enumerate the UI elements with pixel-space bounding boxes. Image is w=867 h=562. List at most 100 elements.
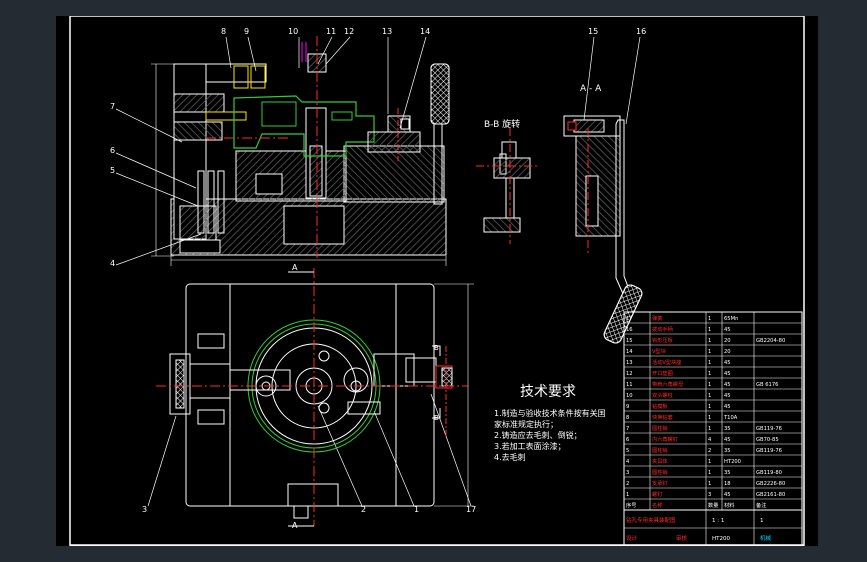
leader-4: 4 [110, 259, 115, 268]
leader-10: 10 [288, 27, 298, 36]
bom-cell-name: 双头螺柱 [652, 391, 673, 399]
bom-cell-name: 快换钻套 [652, 413, 674, 421]
title-block-drawing-name: 钻孔专用夹具装配图 [626, 516, 676, 524]
bom-cell-no: 5 [626, 448, 629, 454]
bom-cell-name: 带肩六角螺母 [652, 380, 683, 388]
bom-cell-qty: 1 [708, 481, 711, 487]
section-aa-label: A - A [580, 84, 602, 94]
bom-cell-name: 圆柱销 [652, 468, 668, 476]
bom-cell-no: 2 [626, 481, 629, 487]
cut-a-bottom-label: A [292, 521, 298, 530]
bom-cell-qty: 1 [708, 404, 711, 410]
bom-cell-mat: 35 [724, 426, 731, 432]
leader-3: 3 [142, 505, 147, 514]
bom-cell-no: 13 [626, 360, 633, 366]
cad-window: 7 6 5 4 8 9 10 11 12 13 14 15 16 3 2 1 1… [0, 0, 867, 562]
bom-cell-name: 螺钉 [652, 490, 662, 498]
bom-cell-name: 活动V型块座 [652, 358, 682, 366]
bom-cell-no: 序号 [626, 501, 636, 509]
leader-9: 9 [244, 27, 249, 36]
bom-cell-std: GB 6176 [756, 382, 778, 388]
bom-cell-mat: 45 [724, 404, 731, 410]
bom-cell-no: 8 [626, 415, 629, 421]
bom-cell-qty: 1 [708, 371, 711, 377]
bom-cell-no: 11 [626, 382, 633, 388]
bom-cell-mat: 45 [724, 437, 731, 443]
bom-cell-name: 支承钉 [652, 479, 668, 487]
front-view [151, 36, 450, 266]
bom-cell-name: 名称 [652, 501, 662, 509]
bom-cell-mat: 20 [724, 349, 731, 355]
bom-cell-no: 1 [626, 492, 629, 498]
title-block-sheet-count: 1 [760, 518, 764, 524]
drawing-viewport[interactable]: 7 6 5 4 8 9 10 11 12 13 14 15 16 3 2 1 1… [56, 15, 818, 547]
section-bb-label: B-B 旋转 [484, 118, 520, 130]
bom-cell-mat: 20 [724, 338, 731, 344]
cut-a-top-label: A [292, 263, 298, 272]
bom-cell-std: 备注 [756, 501, 766, 509]
bom-cell-mat: 18 [724, 481, 731, 487]
bom-cell-qty: 1 [708, 338, 711, 344]
bom-cell-qty: 1 [708, 393, 711, 399]
bom-cell-qty: 1 [708, 415, 711, 421]
leader-11: 11 [326, 27, 336, 36]
bom-cell-name: 夹具体 [652, 457, 668, 465]
leader-17: 17 [466, 505, 476, 514]
bom-cell-qty: 4 [708, 437, 712, 443]
bom-cell-std: GB119-76 [756, 426, 782, 432]
bom-cell-qty: 1 [708, 426, 711, 432]
bom-cell-name: 圆柱销 [652, 424, 668, 432]
title-block-checker: 审核 [676, 534, 688, 542]
top-view [156, 268, 474, 527]
bom-cell-mat: 45 [724, 382, 731, 388]
bom-cell-qty: 2 [708, 448, 711, 454]
leader-6: 6 [110, 146, 115, 155]
bom-cell-mat: 45 [724, 327, 731, 333]
leader-14: 14 [420, 27, 430, 36]
tech-line-3: 2.铸造应去毛刺、倒锐； [494, 430, 582, 440]
bom-cell-name: 圆柱销 [652, 446, 668, 454]
bom-cell-qty: 数量 [708, 501, 718, 509]
bom-cell-mat: T10A [723, 415, 738, 421]
bom-cell-name: 钩形压板 [652, 336, 674, 344]
leader-12: 12 [344, 27, 354, 36]
cut-b-top-label: B [434, 344, 439, 352]
tech-line-1: 1.制造与验收技术条件按有关国 [494, 408, 606, 418]
bom-cell-mat: 45 [724, 371, 731, 377]
section-aa-view [563, 115, 643, 344]
bom-cell-mat: 65Mn [724, 316, 738, 322]
bom-cell-qty: 1 [708, 470, 711, 476]
bom-cell-std: GB2161-80 [756, 492, 785, 498]
tech-line-5: 4.去毛刺 [494, 452, 526, 462]
bom-cell-name: 开口垫圈 [652, 369, 673, 377]
bom-cell-no: 10 [626, 393, 633, 399]
bom-cell-no: 12 [626, 371, 633, 377]
tech-line-4: 3.若加工表面涂漆； [494, 441, 566, 451]
bom-cell-qty: 1 [708, 349, 711, 355]
bom-table: 17 弹簧 1 65Mn16 拨动手柄 1 4515 钩形压板 1 20 GB2204-8014 V型… [623, 311, 803, 547]
tech-line-2: 家标准规定执行； [494, 419, 558, 429]
bom-cell-name: 弹簧 [652, 314, 662, 322]
leader-7: 7 [110, 102, 115, 111]
assembly-drawing: 7 6 5 4 8 9 10 11 12 13 14 15 16 3 2 1 1… [69, 15, 805, 547]
bom-cell-no: 17 [626, 316, 633, 322]
bom-cell-mat: 45 [724, 492, 731, 498]
bom-cell-qty: 1 [708, 382, 711, 388]
bom-cell-qty: 1 [708, 316, 711, 322]
tech-title: 技术要求 [520, 384, 576, 400]
title-block-designer: 设计 [626, 534, 638, 542]
bom-cell-name: V型块 [652, 347, 667, 355]
bom-cell-mat: HT200 [724, 459, 741, 465]
bom-cell-std: GB2226-80 [756, 481, 785, 487]
bom-cell-qty: 1 [708, 459, 711, 465]
bom-cell-name: 钻模板 [652, 402, 668, 410]
leader-15: 15 [588, 27, 598, 36]
title-block-scale: 1 : 1 [712, 518, 724, 524]
bom-cell-std: GB2204-80 [756, 338, 785, 344]
bom-cell-no: 14 [626, 349, 633, 355]
leader-5: 5 [110, 166, 115, 175]
leader-16: 16 [636, 27, 646, 36]
bom-cell-mat: 35 [724, 470, 731, 476]
bom-cell-std: GB70-85 [756, 437, 779, 443]
bom-cell-no: 4 [626, 459, 630, 465]
